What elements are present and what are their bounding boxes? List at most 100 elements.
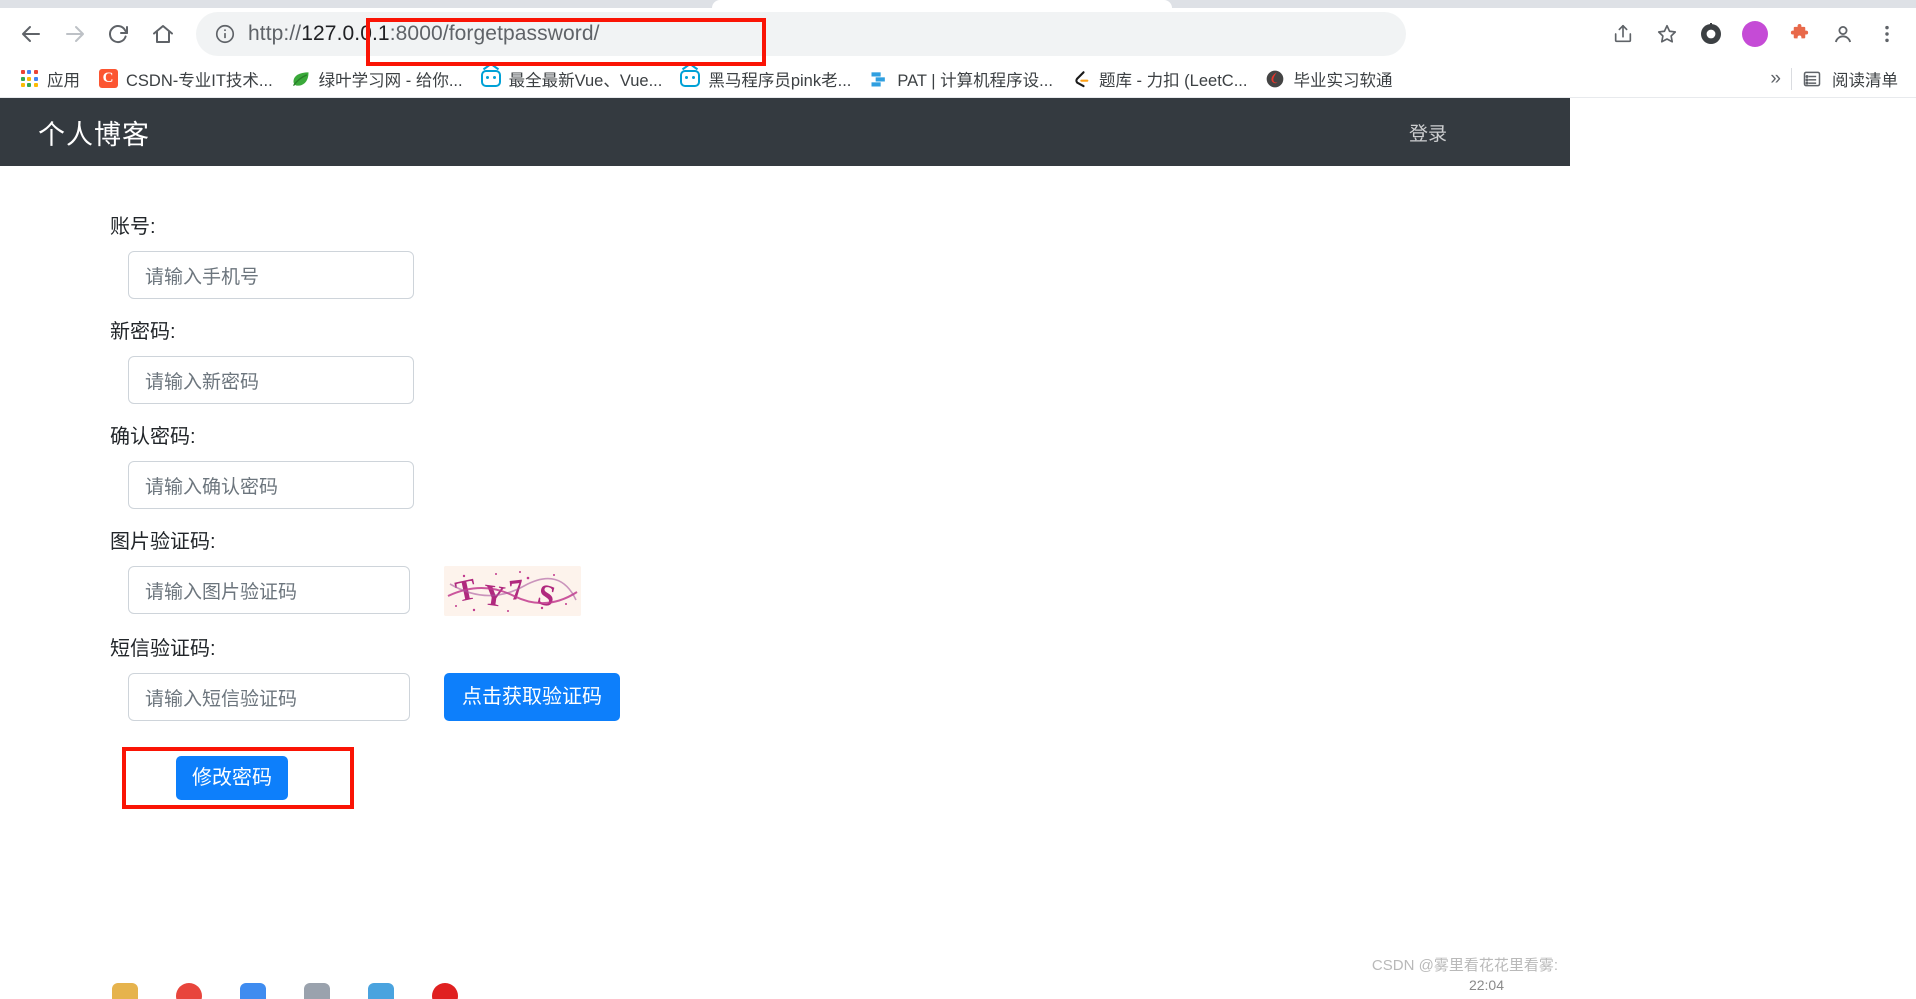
row-confirm-password: 请输入确认密码 [108, 461, 1570, 509]
arrow-left-icon [22, 26, 40, 42]
bookmark-csdn[interactable]: C CSDN-专业IT技术... [89, 63, 282, 95]
star-icon [1657, 24, 1677, 43]
extension-avatar-icon [1742, 21, 1768, 47]
sms-code-input[interactable]: 请输入短信验证码 [128, 673, 410, 721]
field-group-confirm-password: 确认密码: 请输入确认密码 [108, 420, 1570, 509]
more-vertical-icon [1885, 25, 1889, 43]
confirm-password-input[interactable]: 请输入确认密码 [128, 461, 414, 509]
field-group-sms-code: 短信验证码: 请输入短信验证码 点击获取验证码 [108, 632, 1570, 721]
bookmark-label: PAT | 计算机程序设... [897, 71, 1053, 90]
apps-grid-icon [19, 69, 39, 89]
captcha-image[interactable]: T Y 7 S [444, 566, 581, 616]
bookmark-label: 毕业实习软通 [1293, 71, 1393, 90]
bookmark-label: CSDN-专业IT技术... [126, 71, 273, 90]
url-scheme: http:// [248, 22, 302, 45]
url-path: :8000/forgetpassword/ [389, 22, 600, 45]
reload-icon [108, 25, 128, 43]
bookmark-heima-bilibili[interactable]: 黑马程序员pink老... [671, 63, 860, 95]
url-host: 127.0.0.1 [301, 22, 390, 45]
taskbar-icon-4[interactable] [304, 983, 330, 999]
site-info-icon[interactable] [214, 23, 236, 45]
change-password-button[interactable]: 修改密码 [176, 756, 288, 800]
divider [1791, 67, 1792, 90]
bookmark-lvye[interactable]: 绿叶学习网 - 给你... [282, 63, 472, 95]
tab-strip [0, 0, 1916, 8]
row-image-captcha: 请输入图片验证码 T Y 7 S [108, 566, 1570, 616]
taskbar-icon-3[interactable] [240, 983, 266, 999]
arrow-right-icon [66, 26, 84, 42]
browser-window: http://127.0.0.1:8000/forgetpassword/ 应用… [0, 0, 1916, 999]
system-clock: 22:04 [1468, 977, 1504, 993]
extension-avatar-button[interactable] [1738, 17, 1772, 51]
nav-login-link[interactable]: 登录 [1409, 119, 1532, 146]
profile-button[interactable] [1826, 17, 1860, 51]
bookmark-label: 题库 - 力扣 (LeetC... [1098, 71, 1248, 90]
label-sms-code: 短信验证码: [110, 638, 216, 660]
csdn-icon: C [98, 69, 118, 89]
image-captcha-input[interactable]: 请输入图片验证码 [128, 566, 410, 614]
bilibili-icon [480, 64, 501, 89]
captcha-glyphs-icon: T Y 7 S [444, 566, 581, 616]
taskbar-icon-1[interactable] [112, 983, 138, 999]
bookmark-apps[interactable]: 应用 [10, 63, 89, 95]
forward-button[interactable] [56, 15, 94, 53]
bookmark-label: 最全最新Vue、Vue... [508, 71, 663, 90]
browser-tab[interactable] [712, 0, 1172, 8]
leetcode-icon [1071, 69, 1091, 89]
bookmark-label: 黑马程序员pink老... [708, 71, 852, 90]
bookmarks-bar-right: » 阅读清单 [1770, 67, 1906, 91]
reading-list-label[interactable]: 阅读清单 [1832, 67, 1898, 91]
leaf-icon [291, 69, 311, 89]
bookmark-vue-bilibili[interactable]: 最全最新Vue、Vue... [472, 63, 672, 95]
label-image-captcha: 图片验证码: [110, 531, 216, 553]
profile-icon [1834, 26, 1852, 43]
share-button[interactable] [1606, 17, 1640, 51]
bookmark-button[interactable] [1650, 17, 1684, 51]
phone-input[interactable]: 请输入手机号 [128, 251, 414, 299]
back-button[interactable] [12, 15, 50, 53]
bookmark-leetcode[interactable]: 题库 - 力扣 (LeetC... [1062, 63, 1257, 95]
taskbar-icon-6[interactable] [432, 983, 458, 999]
omnibox-container: http://127.0.0.1:8000/forgetpassword/ [196, 12, 1406, 66]
page-scrollbar[interactable] [1901, 98, 1916, 999]
reading-list-icon[interactable] [1802, 69, 1822, 89]
field-group-image-captcha: 图片验证码: 请输入图片验证码 T Y 7 S [108, 525, 1570, 616]
get-sms-code-button[interactable]: 点击获取验证码 [444, 673, 620, 721]
taskbar-icon-2[interactable] [176, 983, 202, 999]
bookmarks-bar: 应用 C CSDN-专业IT技术... 绿叶学习网 - 给你... 最全最新Vu… [0, 60, 1916, 98]
new-password-input[interactable]: 请输入新密码 [128, 356, 414, 404]
submit-row: 修改密码 [122, 747, 354, 809]
label-confirm-password: 确认密码: [110, 426, 196, 448]
extension-circle-icon [1701, 23, 1721, 44]
reload-button[interactable] [100, 15, 138, 53]
home-icon [153, 25, 173, 43]
site-brand[interactable]: 个人博客 [38, 113, 150, 152]
row-new-password: 请输入新密码 [108, 356, 1570, 404]
browser-toolbar: http://127.0.0.1:8000/forgetpassword/ [0, 8, 1916, 66]
extensions-button[interactable] [1782, 17, 1816, 51]
toolbar-right-actions [1606, 17, 1904, 51]
csdn-watermark: CSDN @雾里看花花里看雾: [1371, 957, 1558, 974]
url-text: http://127.0.0.1:8000/forgetpassword/ [248, 22, 600, 46]
share-icon [1614, 24, 1632, 43]
ruantong-icon [1265, 69, 1285, 89]
chrome-menu-button[interactable] [1870, 17, 1904, 51]
field-group-new-password: 新密码: 请输入新密码 [108, 315, 1570, 404]
forget-password-form: 账号: 请输入手机号 新密码: 请输入新密码 确认密码: 请输入确认密码 图片验… [0, 166, 1570, 809]
home-button[interactable] [144, 15, 182, 53]
puzzle-icon [1790, 23, 1808, 38]
bookmark-ruantong[interactable]: 毕业实习软通 [1256, 63, 1401, 95]
bilibili-icon [680, 64, 701, 89]
bookmarks-overflow-button[interactable]: » [1770, 68, 1781, 90]
address-bar[interactable]: http://127.0.0.1:8000/forgetpassword/ [196, 12, 1406, 56]
page-viewport: 个人博客 登录 账号: 请输入手机号 新密码: 请输入新密码 确认密码: 请输入… [0, 98, 1570, 999]
label-new-password: 新密码: [110, 321, 176, 343]
taskbar-icon-5[interactable] [368, 983, 394, 999]
row-phone: 请输入手机号 [108, 251, 1570, 299]
taskbar-icons-sliver [0, 981, 1570, 999]
bookmark-pat[interactable]: PAT | 计算机程序设... [860, 63, 1062, 95]
field-group-phone: 账号: 请输入手机号 [108, 210, 1570, 299]
extension-circle-button[interactable] [1694, 17, 1728, 51]
label-phone: 账号: [110, 216, 156, 238]
site-navbar: 个人博客 登录 [0, 98, 1570, 166]
